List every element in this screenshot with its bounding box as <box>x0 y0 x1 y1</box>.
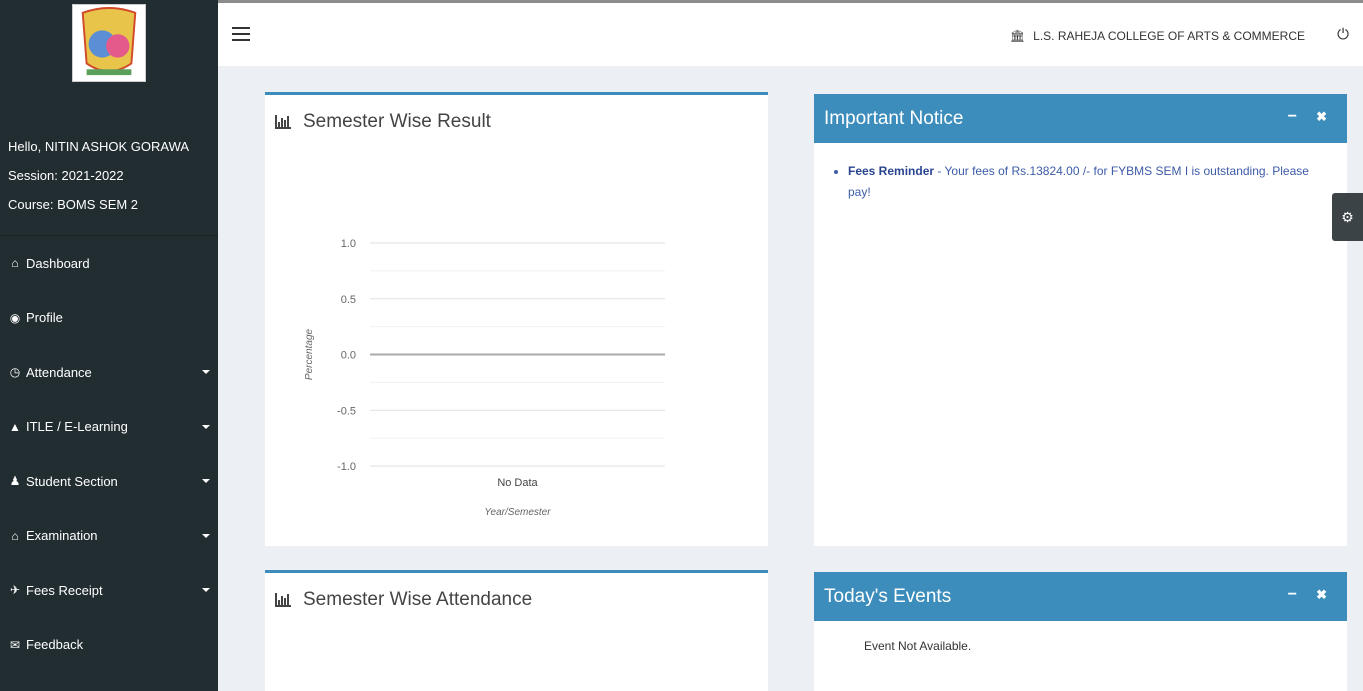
notice-list: Fees Reminder - Your fees of Rs.13824.00… <box>814 143 1347 203</box>
bar-chart-icon <box>275 115 291 129</box>
institution-icon: ⌂ <box>11 528 19 543</box>
x-axis-label: Year/Semester <box>484 507 551 518</box>
semester-result-box: Semester Wise Result 1.0 0.5 0.0 -0.5 -1.0 No… <box>265 92 768 546</box>
home-icon: ⌂ <box>11 256 19 271</box>
sidebar-menu: ⌂ Dashboard ◉ Profile ◷ Attendance ▲ ITL… <box>0 236 218 672</box>
college-name: L.S. RAHEJA COLLEGE OF ARTS & COMMERCE <box>1033 29 1305 43</box>
sidebar-item-label: Student Section <box>26 473 118 489</box>
user-greeting: Hello, NITIN ASHOK GORAWA <box>8 139 190 154</box>
logo-container <box>0 0 218 88</box>
sidebar-item-label: Examination <box>26 528 98 544</box>
minimize-icon[interactable]: − <box>1288 586 1297 604</box>
important-notice-panel: Important Notice − ✖ Fees Reminder - You… <box>814 94 1347 546</box>
user-icon: ♟ <box>9 474 21 489</box>
institution-icon: 🏛 <box>1009 29 1026 43</box>
sidebar-item-label: Fees Receipt <box>26 582 103 598</box>
sidebar: Hello, NITIN ASHOK GORAWA Session: 2021-… <box>0 0 218 691</box>
x-tick-label: No Data <box>497 477 538 489</box>
y-tick-label: 0.5 <box>341 294 356 306</box>
semester-attendance-header: Semester Wise Attendance <box>265 573 768 611</box>
sidebar-item-student-section[interactable]: ♟ Student Section <box>0 454 218 509</box>
events-empty-message: Event Not Available. <box>864 639 972 653</box>
sidebar-item-dashboard[interactable]: ⌂ Dashboard <box>0 236 218 291</box>
list-item: Fees Reminder - Your fees of Rs.13824.00… <box>848 161 1327 203</box>
close-icon[interactable]: ✖ <box>1316 587 1327 603</box>
sidebar-item-attendance[interactable]: ◷ Attendance <box>0 345 218 400</box>
sidebar-item-label: Attendance <box>26 364 92 380</box>
semester-result-header: Semester Wise Result <box>265 95 768 133</box>
caret-down-icon <box>202 424 210 429</box>
sidebar-item-label: ITLE / E-Learning <box>26 419 128 435</box>
sidebar-item-label: Profile <box>26 310 63 326</box>
caret-down-icon <box>202 533 210 538</box>
user-course: Course: BOMS SEM 2 <box>8 197 139 212</box>
user-panel: Hello, NITIN ASHOK GORAWA Session: 2021-… <box>0 88 218 236</box>
graduation-cap-icon: ▲ <box>9 419 21 434</box>
gear-icon[interactable]: ⚙ <box>1332 193 1363 241</box>
sidebar-item-label: Dashboard <box>26 255 90 271</box>
sidebar-item-label: Feedback <box>26 637 84 653</box>
college-logo-graphic <box>73 5 145 81</box>
caret-down-icon <box>202 588 210 593</box>
college-logo[interactable] <box>72 4 146 82</box>
user-circle-icon: ◉ <box>9 310 21 325</box>
bar-chart-icon <box>275 593 291 607</box>
important-notice-title: Important Notice <box>824 107 964 129</box>
y-tick-label: -1.0 <box>337 461 356 473</box>
semester-attendance-title: Semester Wise Attendance <box>303 589 533 610</box>
semester-result-title: Semester Wise Result <box>303 111 491 132</box>
y-tick-label: -0.5 <box>337 405 356 417</box>
semester-attendance-box: Semester Wise Attendance <box>265 570 768 691</box>
y-tick-label: 0.0 <box>341 350 356 362</box>
college-name-link[interactable]: 🏛 L.S. RAHEJA COLLEGE OF ARTS & COMMERCE <box>1010 29 1305 43</box>
power-icon[interactable]: ⏻ <box>1337 26 1349 43</box>
close-icon[interactable]: ✖ <box>1316 109 1327 125</box>
todays-events-header: Today's Events − ✖ <box>814 572 1347 621</box>
user-session: Session: 2021-2022 <box>8 168 124 183</box>
important-notice-header: Important Notice − ✖ <box>814 94 1347 143</box>
sidebar-item-examination[interactable]: ⌂ Examination <box>0 509 218 564</box>
hamburger-menu-icon[interactable] <box>232 27 250 41</box>
todays-events-panel: Today's Events − ✖ Event Not Available. <box>814 572 1347 691</box>
notice-heading: Fees Reminder <box>848 164 935 178</box>
clock-icon: ◷ <box>9 365 21 380</box>
y-axis-label: Percentage <box>304 328 315 380</box>
rocket-icon: ✈ <box>9 583 21 598</box>
minimize-icon[interactable]: − <box>1288 108 1297 126</box>
top-navbar: 🏛 L.S. RAHEJA COLLEGE OF ARTS & COMMERCE… <box>218 0 1363 66</box>
todays-events-title: Today's Events <box>824 585 952 607</box>
caret-down-icon <box>202 479 210 484</box>
semester-result-chart: 1.0 0.5 0.0 -0.5 -1.0 No Data Year/Semester Per… <box>304 238 665 518</box>
sidebar-item-profile[interactable]: ◉ Profile <box>0 291 218 346</box>
sidebar-item-elearning[interactable]: ▲ ITLE / E-Learning <box>0 400 218 455</box>
sidebar-item-feedback[interactable]: ✉ Feedback <box>0 618 218 673</box>
caret-down-icon <box>202 370 210 375</box>
sidebar-item-fees-receipt[interactable]: ✈ Fees Receipt <box>0 563 218 618</box>
comments-icon: ✉ <box>9 637 21 652</box>
y-tick-label: 1.0 <box>341 238 356 250</box>
notice-separator: - <box>934 164 945 178</box>
